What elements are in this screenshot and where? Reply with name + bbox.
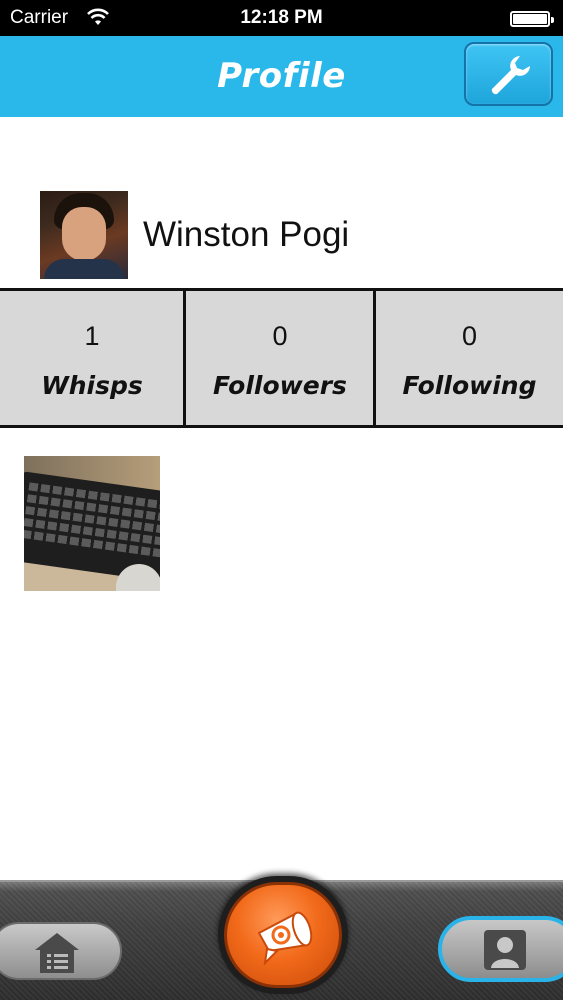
tab-bar	[0, 876, 563, 1000]
stat-count: 1	[84, 321, 100, 351]
stat-label: Following	[402, 371, 537, 400]
clock: 12:18 PM	[240, 7, 323, 28]
settings-button[interactable]	[464, 42, 553, 106]
battery-icon	[510, 11, 554, 27]
nav-bar: Profile	[0, 36, 563, 117]
stat-whisps[interactable]: 1 Whisps	[0, 291, 184, 425]
status-bar: Carrier 12:18 PM	[0, 0, 563, 36]
stat-count: 0	[461, 321, 478, 351]
wrench-icon	[491, 56, 530, 95]
whisp-thumbnail[interactable]	[24, 456, 160, 591]
stat-following[interactable]: 0 Following	[376, 291, 563, 425]
tab-new-whisp[interactable]	[224, 882, 342, 988]
stat-count: 0	[272, 321, 288, 351]
stats-bar: 1 Whisps 0 Followers 0 Following	[0, 288, 563, 428]
stat-label: Followers	[213, 371, 347, 400]
tab-home[interactable]	[0, 922, 122, 980]
profile-header: Winston Pogi	[40, 191, 540, 279]
megaphone-icon	[257, 911, 313, 966]
stat-followers[interactable]: 0 Followers	[186, 291, 374, 425]
home-icon	[35, 933, 79, 973]
stat-label: Whisps	[41, 371, 143, 400]
profile-icon	[484, 930, 526, 970]
tab-profile[interactable]	[438, 916, 563, 982]
avatar[interactable]	[40, 191, 128, 279]
user-name: Winston Pogi	[143, 215, 350, 254]
